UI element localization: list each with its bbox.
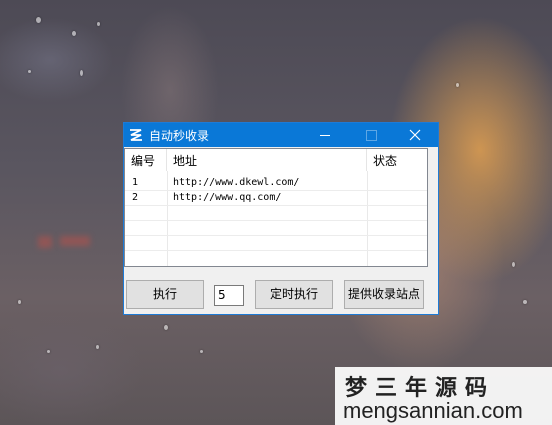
list-row[interactable]: 1 http://www.dkewl.com/ <box>125 175 427 190</box>
grid-line <box>125 235 427 236</box>
close-icon <box>409 129 421 141</box>
execute-button[interactable]: 执行 <box>126 280 204 309</box>
raindrop <box>200 350 203 353</box>
app-window: 自动秒收录 编号 地址 状态 1 http://www.dkewl.com/ 2… <box>123 122 439 315</box>
grid-line <box>125 205 427 206</box>
raindrop <box>18 300 21 304</box>
raindrop <box>164 325 168 330</box>
column-header-address[interactable]: 地址 <box>167 149 367 171</box>
raindrop <box>47 350 50 353</box>
grid-line <box>125 250 427 251</box>
close-button[interactable] <box>392 123 438 147</box>
title-bar[interactable]: 自动秒收录 <box>124 123 438 147</box>
raindrop <box>523 300 527 304</box>
url-list[interactable]: 编号 地址 状态 1 http://www.dkewl.com/ 2 http:… <box>124 148 428 267</box>
row-number: 2 <box>132 192 139 203</box>
list-row[interactable]: 2 http://www.qq.com/ <box>125 190 427 205</box>
row-address: http://www.qq.com/ <box>173 192 282 203</box>
raindrop <box>72 31 76 36</box>
watermark: 梦三年源码 mengsannian.com <box>335 367 552 425</box>
row-address: http://www.dkewl.com/ <box>173 177 300 188</box>
raindrop <box>512 262 515 267</box>
column-header-status[interactable]: 状态 <box>367 149 429 171</box>
raindrop <box>456 83 459 87</box>
minimize-icon <box>320 135 330 136</box>
minimize-button[interactable] <box>302 123 348 147</box>
timed-execute-button[interactable]: 定时执行 <box>255 280 333 309</box>
raindrop <box>36 17 41 23</box>
row-number: 1 <box>132 177 139 188</box>
raindrop <box>96 345 99 349</box>
grid-line <box>125 220 427 221</box>
raindrop <box>28 70 31 73</box>
background-light <box>38 236 52 248</box>
submit-sites-button[interactable]: 提供收录站点 <box>344 280 424 309</box>
background-light <box>60 236 90 246</box>
maximize-icon <box>366 130 377 141</box>
raindrop <box>97 22 100 26</box>
app-logo-icon <box>130 129 142 141</box>
watermark-en-text: mengsannian.com <box>343 398 523 423</box>
window-title: 自动秒收录 <box>149 129 210 143</box>
raindrop <box>80 70 83 76</box>
interval-input[interactable]: 5 <box>214 285 244 306</box>
column-header-number[interactable]: 编号 <box>125 149 167 171</box>
maximize-button[interactable] <box>348 123 394 147</box>
